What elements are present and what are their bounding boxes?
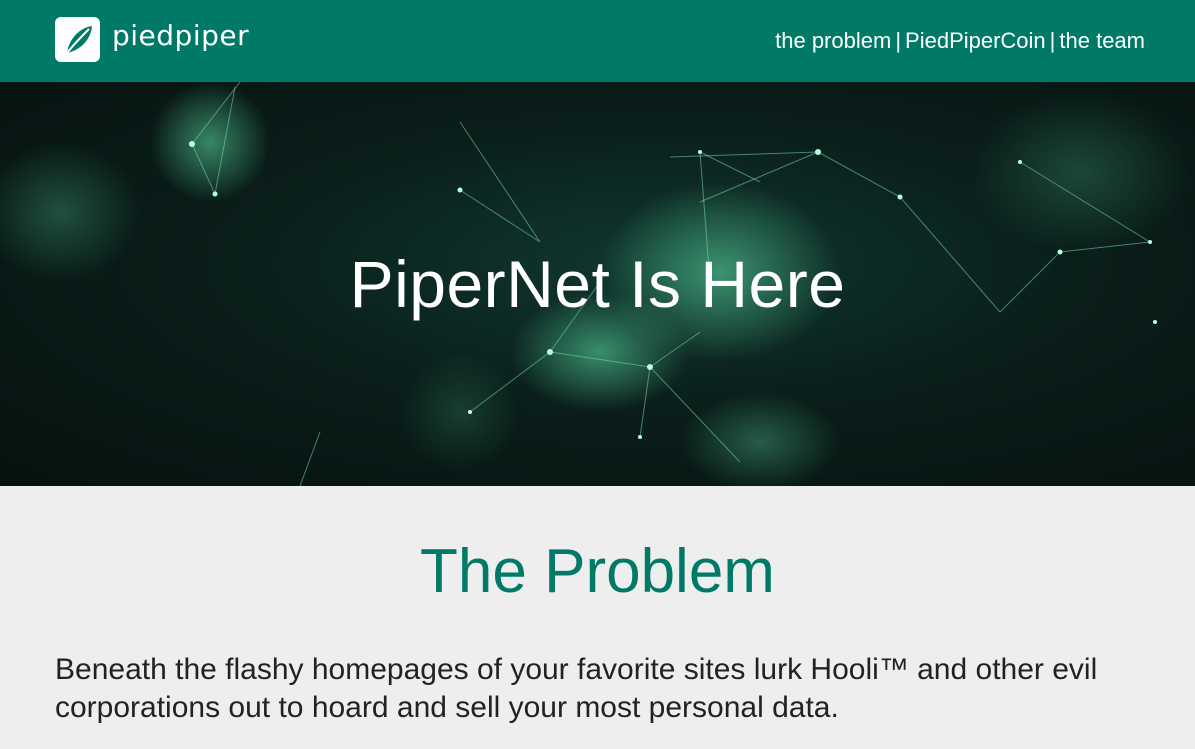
leaf-logo-icon [55, 17, 100, 62]
nav-separator: | [1049, 28, 1056, 53]
nav-link-the-problem[interactable]: the problem [775, 28, 891, 54]
nav-link-the-team[interactable]: the team [1059, 28, 1145, 54]
problem-section: The Problem Beneath the flashy homepages… [0, 486, 1195, 749]
brand-logo-link[interactable]: piedpiper [55, 17, 249, 62]
problem-title: The Problem [420, 537, 775, 606]
problem-body: Beneath the flashy homepages of your fav… [55, 653, 1098, 724]
brand-name: piedpiper [112, 19, 250, 52]
main-nav: the problem | PiedPiperCoin | the team [775, 28, 1145, 54]
nav-link-piedpipercoin[interactable]: PiedPiperCoin [905, 28, 1046, 54]
hero-banner: PiperNet Is Here [0, 82, 1195, 486]
top-navbar: piedpiper the problem | PiedPiperCoin | … [0, 0, 1195, 82]
nav-separator: | [895, 28, 902, 53]
hero-title: PiperNet Is Here [349, 247, 846, 321]
